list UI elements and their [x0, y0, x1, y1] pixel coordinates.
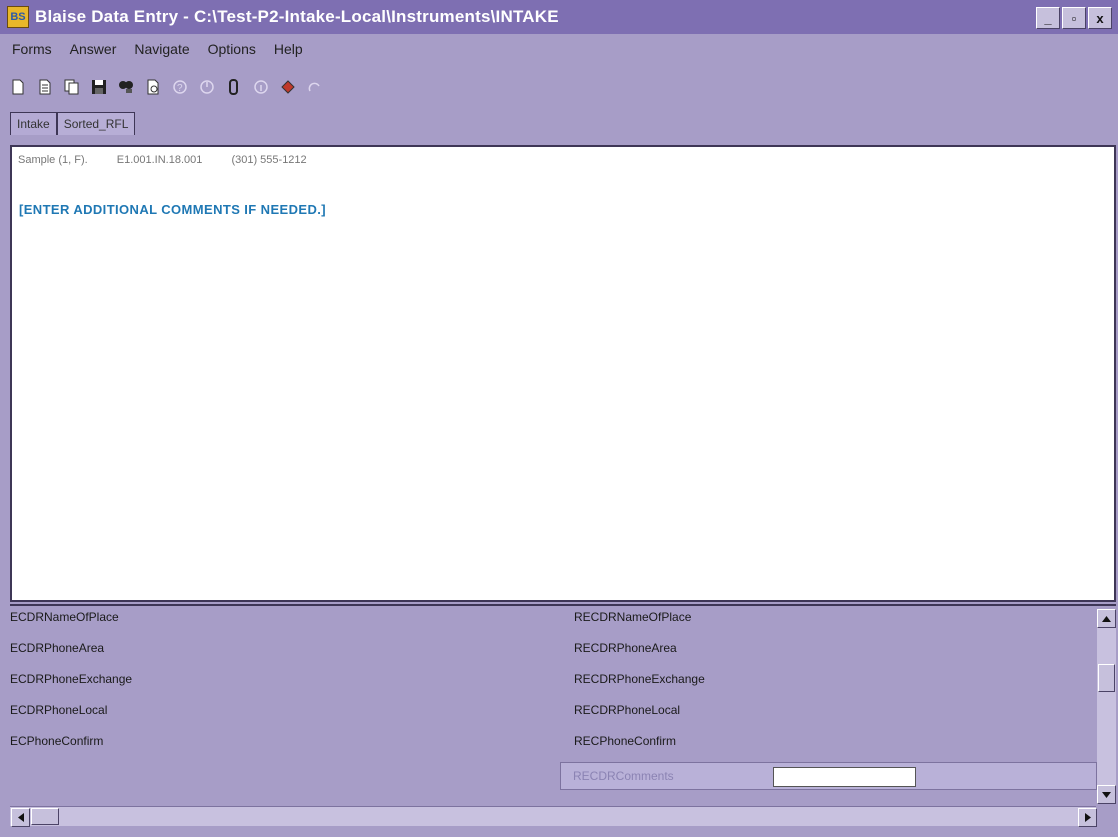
- title-bar: BS Blaise Data Entry - C:\Test-P2-Intake…: [0, 0, 1118, 34]
- menu-answer[interactable]: Answer: [70, 41, 117, 57]
- field-value: RECDRNameOfPlace: [574, 610, 692, 624]
- field-row[interactable]: ECDRPhoneArea RECDRPhoneArea: [10, 635, 1090, 663]
- field-label: ECDRPhoneExchange: [10, 672, 133, 686]
- field-label: ECDRPhoneLocal: [10, 703, 108, 717]
- menu-help[interactable]: Help: [274, 41, 303, 57]
- find-icon[interactable]: [116, 77, 136, 97]
- field-row[interactable]: ECDRNameOfPlace RECDRNameOfPlace: [10, 604, 1090, 632]
- scroll-left-arrow-icon[interactable]: [11, 808, 30, 827]
- undo-icon[interactable]: [197, 77, 217, 97]
- sample-info: Sample (1, F). E1.001.IN.18.001 (301) 55…: [18, 154, 333, 166]
- print-icon[interactable]: [143, 77, 163, 97]
- vertical-scrollbar[interactable]: [1097, 609, 1116, 804]
- svg-text:?: ?: [177, 83, 183, 94]
- field-value: RECPhoneConfirm: [574, 734, 677, 748]
- new-icon[interactable]: [8, 77, 28, 97]
- info-icon[interactable]: [251, 77, 271, 97]
- book-icon[interactable]: [278, 77, 298, 97]
- copy-icon[interactable]: [62, 77, 82, 97]
- field-label: ECDRNameOfPlace: [10, 610, 119, 624]
- window-controls: _ ▫ x: [1036, 7, 1112, 29]
- scroll-down-arrow-icon[interactable]: [1097, 785, 1116, 804]
- active-field-label: RECDRComments: [573, 769, 674, 783]
- tab-sorted-rfl[interactable]: Sorted_RFL: [56, 112, 136, 135]
- horizontal-scrollbar[interactable]: [10, 806, 1097, 827]
- scroll-thumb[interactable]: [1098, 664, 1115, 692]
- menu-forms[interactable]: Forms: [12, 41, 52, 57]
- field-label: ECPhoneConfirm: [10, 734, 104, 748]
- toolbar: ?: [8, 74, 325, 100]
- scroll-up-arrow-icon[interactable]: [1097, 609, 1116, 628]
- question-panel: Sample (1, F). E1.001.IN.18.001 (301) 55…: [10, 145, 1116, 602]
- tab-strip: Intake Sorted_RFL: [10, 112, 136, 136]
- comments-input[interactable]: [773, 767, 916, 787]
- field-row[interactable]: ECPhoneConfirm RECPhoneConfirm: [10, 728, 1090, 756]
- active-field-row[interactable]: RECDRComments: [560, 762, 1097, 790]
- h-scroll-thumb[interactable]: [31, 808, 59, 825]
- scroll-right-arrow-icon[interactable]: [1078, 808, 1097, 827]
- save-icon[interactable]: [89, 77, 109, 97]
- window-title: Blaise Data Entry - C:\Test-P2-Intake-Lo…: [35, 7, 559, 26]
- field-row[interactable]: ECDRPhoneLocal RECDRPhoneLocal: [10, 697, 1090, 725]
- open-icon[interactable]: [35, 77, 55, 97]
- close-button[interactable]: x: [1088, 7, 1112, 29]
- redo-icon[interactable]: [305, 77, 325, 97]
- tab-intake[interactable]: Intake: [10, 112, 57, 135]
- field-value: RECDRPhoneLocal: [574, 703, 681, 717]
- app-icon: BS: [7, 6, 29, 28]
- menu-options[interactable]: Options: [208, 41, 256, 57]
- attach-icon[interactable]: [224, 77, 244, 97]
- minimize-button[interactable]: _: [1036, 7, 1060, 29]
- field-row[interactable]: ECDRPhoneExchange RECDRPhoneExchange: [10, 666, 1090, 694]
- menu-bar: Forms Answer Navigate Options Help: [0, 36, 1118, 62]
- restore-button[interactable]: ▫: [1062, 7, 1086, 29]
- field-label: ECDRPhoneArea: [10, 641, 105, 655]
- question-text: [ENTER ADDITIONAL COMMENTS IF NEEDED.]: [19, 202, 326, 217]
- field-value: RECDRPhoneExchange: [574, 672, 705, 686]
- menu-navigate[interactable]: Navigate: [134, 41, 189, 57]
- field-value: RECDRPhoneArea: [574, 641, 677, 655]
- case-id: E1.001.IN.18.001: [116, 154, 203, 166]
- help-icon[interactable]: ?: [170, 77, 190, 97]
- sample-id: Sample (1, F).: [18, 154, 88, 166]
- phone-number: (301) 555-1212: [231, 154, 307, 166]
